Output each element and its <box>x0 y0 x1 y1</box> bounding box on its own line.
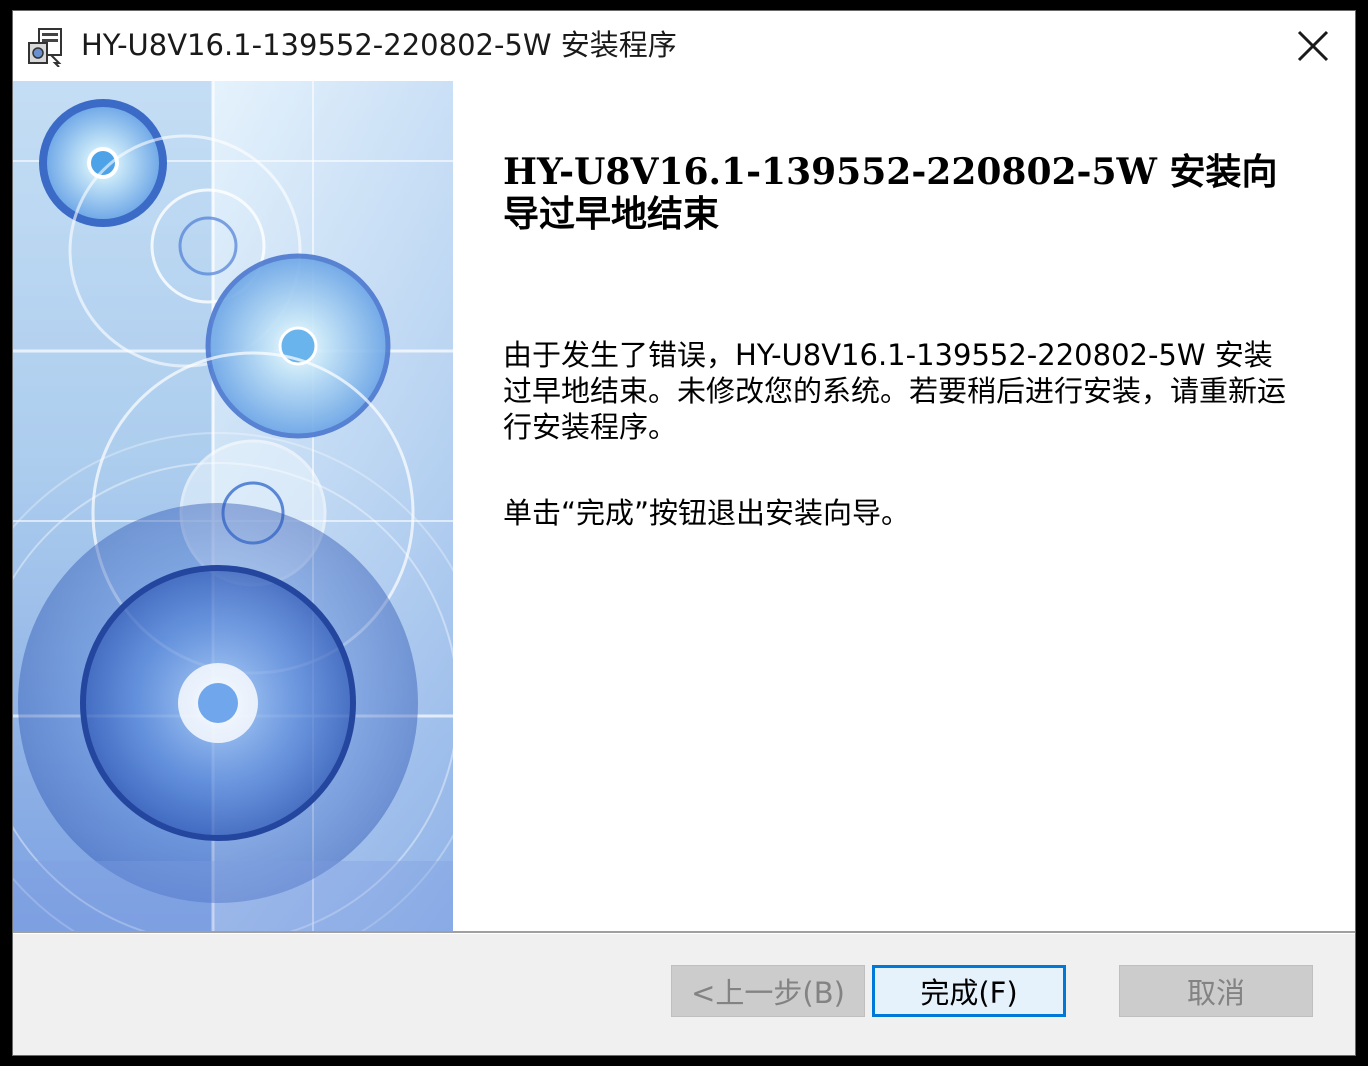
wizard-content: HY-U8V16.1-139552-220802-5W 安装向导过早地结束 由于… <box>13 81 1355 931</box>
button-bar: <上一步(B) 完成(F) 取消 <box>13 934 1355 1055</box>
window-title: HY-U8V16.1-139552-220802-5W 安装程序 <box>81 28 677 62</box>
title-bar: HY-U8V16.1-139552-220802-5W 安装程序 <box>13 11 1355 81</box>
main-panel: HY-U8V16.1-139552-220802-5W 安装向导过早地结束 由于… <box>453 81 1355 931</box>
installer-window: HY-U8V16.1-139552-220802-5W 安装程序 HY-U8V1… <box>12 10 1356 1056</box>
close-button[interactable] <box>1281 19 1345 73</box>
back-button[interactable]: <上一步(B) <box>671 965 865 1017</box>
error-message: 由于发生了错误，HY-U8V16.1-139552-220802-5W 安装过早… <box>503 338 1287 444</box>
installer-icon <box>25 25 67 68</box>
close-icon <box>1297 30 1329 62</box>
finish-hint: 单击“完成”按钮退出安装向导。 <box>503 496 911 530</box>
banner-image <box>13 81 453 931</box>
finish-button[interactable]: 完成(F) <box>872 965 1066 1017</box>
wizard-heading: HY-U8V16.1-139552-220802-5W 安装向导过早地结束 <box>503 151 1278 235</box>
cancel-button[interactable]: 取消 <box>1119 965 1313 1017</box>
